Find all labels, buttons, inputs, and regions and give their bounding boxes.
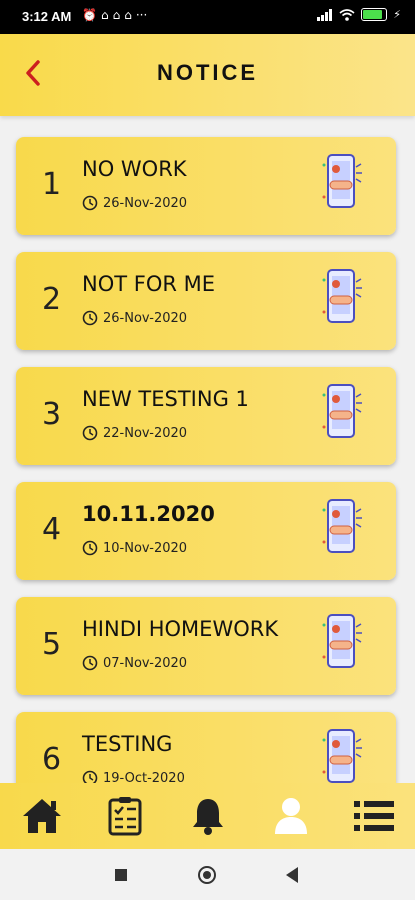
notice-card[interactable]: 3 NEW TESTING 1 22-Nov-2020	[16, 367, 396, 465]
nav-homework[interactable]	[100, 791, 150, 841]
battery-icon	[361, 8, 388, 21]
notice-card[interactable]: 5 HINDI HOMEWORK 07-Nov-2020	[16, 597, 396, 695]
clock-icon	[82, 195, 98, 211]
notice-date: 10-Nov-2020	[82, 540, 187, 556]
notice-date-text: 07-Nov-2020	[103, 655, 188, 671]
notification-icon: ⌂	[124, 8, 132, 22]
more-icon: ···	[135, 8, 148, 22]
clock-icon	[82, 540, 98, 556]
notice-date: 26-Nov-2020	[82, 310, 187, 326]
megaphone-phone-icon	[322, 499, 362, 553]
home-button[interactable]	[198, 866, 216, 884]
notice-index: 5	[42, 627, 62, 662]
nav-notifications[interactable]	[183, 791, 233, 841]
notification-icon: ⌂	[100, 8, 109, 22]
notice-date: 07-Nov-2020	[82, 655, 187, 671]
notice-date-text: 19-Oct-2020	[103, 770, 185, 784]
notice-title: NOT FOR ME	[82, 272, 216, 296]
notice-list[interactable]: 1 NO WORK 26-Nov-2020 2 NOT FOR ME 26-No…	[0, 116, 415, 783]
megaphone-phone-icon	[322, 384, 362, 438]
notice-card[interactable]: 6 TESTING 19-Oct-2020	[16, 712, 396, 783]
wifi-icon	[339, 8, 355, 21]
bottom-nav	[0, 783, 415, 849]
megaphone-phone-icon	[322, 729, 362, 783]
notice-card[interactable]: 1 NO WORK 26-Nov-2020	[16, 137, 396, 235]
notice-index: 1	[42, 167, 62, 202]
system-nav-bar	[0, 849, 415, 900]
notice-title: TESTING	[82, 732, 173, 756]
notice-date-text: 26-Nov-2020	[103, 310, 188, 326]
notification-icon: ⌂	[112, 8, 121, 22]
back-system-button[interactable]	[286, 867, 298, 883]
app-header: NOTICE	[0, 34, 415, 116]
status-bar: 3:12 AM ⏰ ⌂ ⌂ ⌂ ··· ⚡	[0, 0, 415, 34]
status-right-icons: ⚡	[317, 8, 401, 21]
alarm-icon: ⏰	[82, 8, 97, 22]
notice-date: 22-Nov-2020	[82, 425, 187, 441]
home-icon	[22, 799, 61, 833]
nav-home[interactable]	[17, 791, 67, 841]
notice-title: NEW TESTING 1	[82, 387, 249, 411]
notice-date-text: 22-Nov-2020	[103, 425, 188, 441]
clock-icon	[82, 655, 98, 671]
notice-title: 10.11.2020	[82, 502, 215, 526]
notice-index: 4	[42, 512, 62, 547]
status-left-icons: ⏰ ⌂ ⌂ ⌂ ···	[82, 8, 147, 22]
signal-icon	[317, 8, 333, 21]
notice-index: 3	[42, 397, 62, 432]
clock-icon	[82, 310, 98, 326]
notice-date: 19-Oct-2020	[82, 770, 185, 783]
megaphone-phone-icon	[322, 269, 362, 323]
clock-icon	[82, 770, 98, 783]
nav-profile[interactable]	[266, 791, 316, 841]
user-icon	[274, 798, 307, 834]
notice-card[interactable]: 2 NOT FOR ME 26-Nov-2020	[16, 252, 396, 350]
notice-date: 26-Nov-2020	[82, 195, 187, 211]
charging-icon: ⚡	[393, 8, 401, 21]
nav-menu[interactable]	[349, 791, 399, 841]
megaphone-phone-icon	[322, 154, 362, 208]
clock-icon	[82, 425, 98, 441]
notice-card[interactable]: 4 10.11.2020 10-Nov-2020	[16, 482, 396, 580]
notice-date-text: 26-Nov-2020	[103, 195, 188, 211]
notice-index: 6	[42, 742, 62, 777]
bell-icon	[192, 799, 223, 835]
status-time: 3:12 AM	[22, 9, 72, 24]
notice-index: 2	[42, 282, 62, 317]
megaphone-phone-icon	[322, 614, 362, 668]
notice-title: HINDI HOMEWORK	[82, 617, 279, 641]
recent-apps-button[interactable]	[115, 869, 127, 881]
list-icon	[353, 801, 394, 831]
notice-title: NO WORK	[82, 157, 187, 181]
notice-date-text: 10-Nov-2020	[103, 540, 188, 556]
page-title: NOTICE	[156, 60, 259, 85]
checklist-icon	[108, 797, 141, 836]
